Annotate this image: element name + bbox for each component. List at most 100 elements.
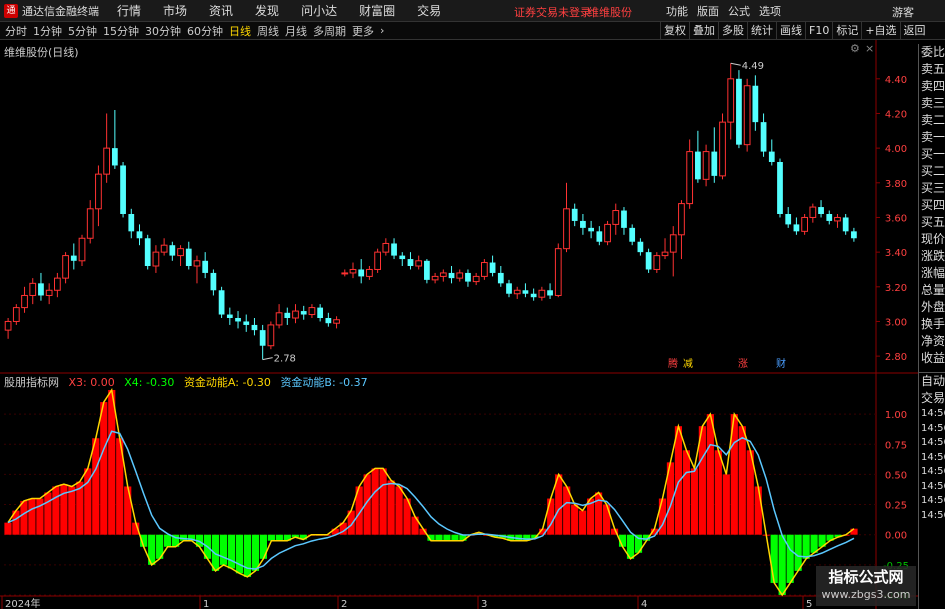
btn-mark[interactable]: 标记 [832, 22, 861, 40]
candle [456, 269, 464, 282]
side-item-15[interactable]: 外盘 [919, 299, 945, 316]
period-multi[interactable]: 多周期 [313, 23, 346, 39]
btn-back[interactable]: 返回 [899, 22, 929, 40]
login-status[interactable]: 证券交易未登录 [514, 4, 591, 20]
side-item-9[interactable]: 买四 [919, 197, 945, 214]
period-intraday[interactable]: 分时 [5, 23, 27, 39]
btn-adjust[interactable]: 复权 [660, 22, 689, 40]
candle [45, 283, 53, 305]
candle [448, 266, 455, 284]
side-item-12[interactable]: 涨跌 [919, 248, 945, 265]
candle-body [760, 122, 767, 152]
date-tick-label: 5 [806, 599, 812, 609]
candle-body [95, 173, 102, 210]
candle-body [45, 289, 53, 296]
side-time-6: 14:56 [921, 495, 945, 506]
indicator-bar [124, 486, 132, 535]
indicator-bar [44, 492, 52, 535]
btn-stats[interactable]: 统计 [747, 22, 776, 40]
side-lower-item-1[interactable]: 交易 [919, 390, 945, 407]
candle [801, 214, 808, 235]
candle [465, 269, 471, 287]
menu-item-wealth[interactable]: 财富圈 [359, 2, 395, 19]
side-item-8[interactable]: 买三 [919, 180, 945, 197]
btn-overlay[interactable]: 叠加 [689, 22, 718, 40]
candle-body [826, 214, 833, 221]
side-item-0[interactable]: 委比 [919, 44, 945, 61]
candle-body [456, 272, 464, 279]
indicator-bar [770, 534, 778, 583]
candle [760, 113, 767, 157]
indicator-a: 资金动能A: -0.30 [183, 376, 271, 389]
period-30min[interactable]: 30分钟 [145, 23, 181, 39]
watermark: 指标公式网 www.zbgs3.com [816, 566, 916, 606]
stock-name: 维维股份 [588, 6, 632, 19]
side-item-17[interactable]: 净资 [919, 333, 945, 350]
high-label: 4.49 [742, 61, 764, 72]
app-logo-icon: 通 [4, 3, 18, 18]
period-1min[interactable]: 1分钟 [33, 23, 62, 39]
menu-item-trade[interactable]: 交易 [417, 2, 441, 19]
side-item-10[interactable]: 买五 [919, 214, 945, 231]
btn-draw[interactable]: 画线 [776, 22, 805, 40]
candle-body [185, 248, 192, 266]
guest-user[interactable]: 游客 [892, 4, 914, 20]
side-item-4[interactable]: 卖二 [919, 112, 945, 129]
candle-body [629, 227, 636, 242]
side-item-16[interactable]: 换手 [919, 316, 945, 333]
indicator-bar [108, 390, 116, 535]
side-item-13[interactable]: 涨幅 [919, 265, 945, 282]
candle [522, 283, 529, 298]
indicator-bar [387, 480, 395, 535]
side-item-14[interactable]: 总量 [919, 282, 945, 299]
kline-chart[interactable]: 4.40 4.20 4.00 3.80 3.60 3.40 3.20 3.00 2.80 1.00… [0, 40, 918, 609]
btn-multi-stock[interactable]: 多股 [718, 22, 747, 40]
candle [152, 245, 160, 273]
btn-add-watchlist[interactable]: +自选 [861, 22, 899, 40]
menu-formula[interactable]: 公式 [728, 3, 750, 19]
candle-body [136, 231, 143, 239]
side-item-3[interactable]: 卖三 [919, 95, 945, 112]
menu-layout[interactable]: 版面 [697, 3, 719, 19]
period-more[interactable]: 更多 [352, 23, 374, 39]
menu-options[interactable]: 选项 [759, 3, 781, 19]
period-60min[interactable]: 60分钟 [187, 23, 223, 39]
btn-f10[interactable]: F10 [805, 22, 832, 40]
indicator-bar [674, 426, 683, 535]
candle-body [54, 277, 61, 291]
period-5min[interactable]: 5分钟 [68, 23, 97, 39]
indicator-bar [235, 534, 244, 574]
side-item-2[interactable]: 卖四 [919, 78, 945, 95]
candle [489, 255, 496, 277]
candle-body [128, 214, 135, 232]
menu-item-market[interactable]: 市场 [163, 2, 187, 19]
candle-body [481, 262, 488, 277]
menu-bar: 通 通达信金融终端 行情 市场 资讯 发现 问小达 财富圈 交易 证券交易未登录… [0, 0, 945, 22]
side-item-5[interactable]: 卖一 [919, 129, 945, 146]
menu-item-discover[interactable]: 发现 [255, 2, 279, 19]
candle [136, 224, 143, 246]
menu-function[interactable]: 功能 [666, 3, 688, 19]
candle-body [341, 272, 349, 275]
candle-body [793, 224, 800, 232]
menu-item-ask[interactable]: 问小达 [301, 2, 337, 19]
period-15min[interactable]: 15分钟 [103, 23, 139, 39]
side-item-6[interactable]: 买一 [919, 146, 945, 163]
menu-item-news[interactable]: 资讯 [209, 2, 233, 19]
period-weekly[interactable]: 周线 [257, 23, 279, 39]
period-monthly[interactable]: 月线 [285, 23, 307, 39]
period-daily[interactable]: 日线 [229, 23, 251, 39]
low-label: 2.78 [274, 354, 296, 365]
side-lower-item-0[interactable]: 自动 [919, 373, 945, 390]
side-item-18[interactable]: 收益 [919, 350, 945, 367]
candle-body [12, 307, 20, 322]
chevron-right-icon[interactable]: › [380, 24, 384, 37]
side-item-7[interactable]: 买二 [919, 163, 945, 180]
indicator-bar [714, 450, 722, 535]
side-item-11[interactable]: 现价 [919, 231, 945, 248]
menu-item-quotes[interactable]: 行情 [117, 2, 141, 19]
side-time-0: 14:56 [921, 408, 945, 419]
indicator-b: 资金动能B: -0.37 [280, 376, 368, 389]
side-item-1[interactable]: 卖五 [919, 61, 945, 78]
low-pointer [262, 357, 273, 361]
